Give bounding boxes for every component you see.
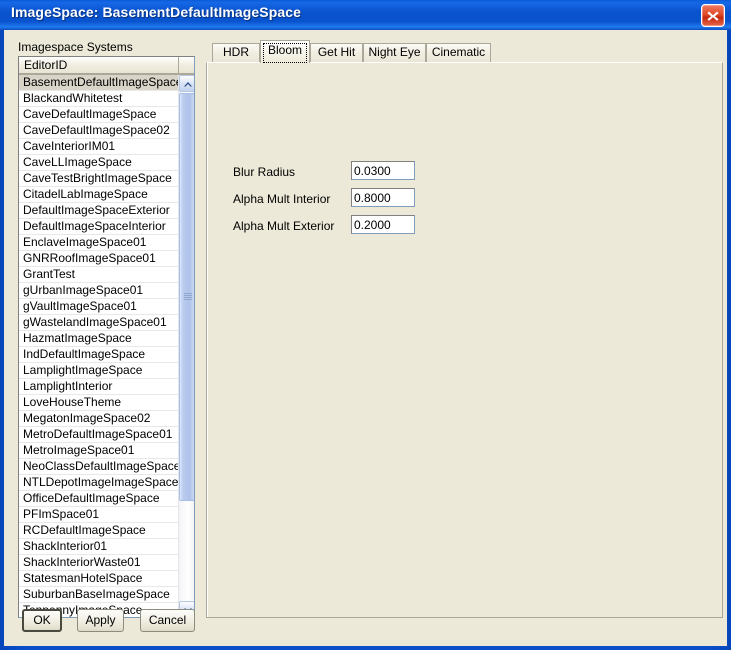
dialog-client-area: Imagespace Systems EditorID BasementDefa… [4, 30, 727, 642]
tab-focus-ring [263, 43, 307, 63]
list-scrollbar[interactable] [178, 75, 194, 617]
list-item[interactable]: gUrbanImageSpace01 [19, 283, 179, 299]
list-item[interactable]: LamplightImageSpace [19, 363, 179, 379]
scrollbar-thumb[interactable] [179, 93, 194, 501]
list-item[interactable]: GrantTest [19, 267, 179, 283]
list-item[interactable]: LoveHouseTheme [19, 395, 179, 411]
chevron-up-icon [184, 82, 192, 87]
list-item[interactable]: BlackandWhitetest [19, 91, 179, 107]
list-item[interactable]: CaveDefaultImageSpace [19, 107, 179, 123]
list-item[interactable]: LamplightInterior [19, 379, 179, 395]
imagespace-systems-label: Imagespace Systems [18, 40, 133, 54]
tab-bloom[interactable]: Bloom [260, 40, 310, 63]
tab-label: Cinematic [431, 45, 486, 59]
list-item[interactable]: PFImSpace01 [19, 507, 179, 523]
list-item[interactable]: BasementDefaultImageSpace [19, 75, 179, 91]
field-label-alpha-mult-interior: Alpha Mult Interior [233, 192, 331, 206]
list-item[interactable]: GNRRoofImageSpace01 [19, 251, 179, 267]
window-title: ImageSpace: BasementDefaultImageSpace [11, 4, 302, 20]
list-item[interactable]: CitadelLabImageSpace [19, 187, 179, 203]
tab-label: Get Hit [317, 45, 356, 59]
list-item[interactable]: EnclaveImageSpace01 [19, 235, 179, 251]
close-button[interactable] [701, 4, 725, 27]
tab-label: Night Eye [368, 45, 421, 59]
list-item[interactable]: gVaultImageSpace01 [19, 299, 179, 315]
tab-cinematic[interactable]: Cinematic [426, 43, 491, 62]
cancel-button[interactable]: Cancel [140, 609, 195, 632]
imagespace-list[interactable]: EditorID BasementDefaultImageSpace Blacka… [18, 56, 195, 618]
list-item[interactable]: DefaultImageSpaceInterior [19, 219, 179, 235]
scrollbar-up-button[interactable] [179, 75, 194, 92]
list-item[interactable]: CaveLLImageSpace [19, 155, 179, 171]
list-item[interactable]: OfficeDefaultImageSpace [19, 491, 179, 507]
tab-strip: HDR Bloom Get Hit Night Eye Cinematic [206, 40, 723, 63]
list-item[interactable]: MegatonImageSpace02 [19, 411, 179, 427]
title-bar[interactable]: ImageSpace: BasementDefaultImageSpace [0, 0, 731, 30]
bloom-tab-panel: Blur Radius Alpha Mult Interior Alpha Mult… [206, 62, 723, 618]
tab-night-eye[interactable]: Night Eye [363, 43, 426, 62]
list-item[interactable]: HazmatImageSpace [19, 331, 179, 347]
ok-button[interactable]: OK [22, 609, 62, 632]
column-header-editorid[interactable]: EditorID [19, 57, 179, 74]
field-input-alpha-mult-exterior[interactable] [351, 215, 415, 234]
tab-hdr[interactable]: HDR [212, 43, 260, 62]
list-item[interactable]: ShackInterior01 [19, 539, 179, 555]
list-item[interactable]: ShackInteriorWaste01 [19, 555, 179, 571]
imagespace-tab-control: HDR Bloom Get Hit Night Eye Cinematic Blur R… [206, 40, 723, 618]
list-item[interactable]: CaveInteriorIM01 [19, 139, 179, 155]
list-item[interactable]: CaveDefaultImageSpace02 [19, 123, 179, 139]
list-item[interactable]: SuburbanBaseImageSpace [19, 587, 179, 603]
imagespace-dialog-window: ImageSpace: BasementDefaultImageSpace Im… [0, 0, 731, 650]
field-input-blur-radius[interactable] [351, 161, 415, 180]
list-item[interactable]: NTLDepotImageImageSpace [19, 475, 179, 491]
list-item[interactable]: MetroDefaultImageSpace01 [19, 427, 179, 443]
list-header: EditorID [19, 57, 194, 75]
field-input-alpha-mult-interior[interactable] [351, 188, 415, 207]
list-item[interactable]: DefaultImageSpaceExterior [19, 203, 179, 219]
close-icon [707, 11, 719, 21]
scrollbar-grip-icon [184, 293, 192, 301]
list-item[interactable]: gWastelandImageSpace01 [19, 315, 179, 331]
list-body[interactable]: BasementDefaultImageSpace BlackandWhitete… [19, 75, 179, 617]
list-item[interactable]: IndDefaultImageSpace [19, 347, 179, 363]
apply-button[interactable]: Apply [77, 609, 124, 632]
column-header-filler [179, 57, 194, 74]
field-label-alpha-mult-exterior: Alpha Mult Exterior [233, 219, 335, 233]
dialog-bottom-strip [4, 642, 727, 646]
list-item[interactable]: StatesmanHotelSpace [19, 571, 179, 587]
field-label-blur-radius: Blur Radius [233, 165, 296, 179]
tab-label: HDR [223, 45, 249, 59]
list-item[interactable]: NeoClassDefaultImageSpace [19, 459, 179, 475]
list-item[interactable]: CaveTestBrightImageSpace [19, 171, 179, 187]
list-item[interactable]: MetroImageSpace01 [19, 443, 179, 459]
tab-get-hit[interactable]: Get Hit [310, 43, 363, 62]
list-item[interactable]: RCDefaultImageSpace [19, 523, 179, 539]
